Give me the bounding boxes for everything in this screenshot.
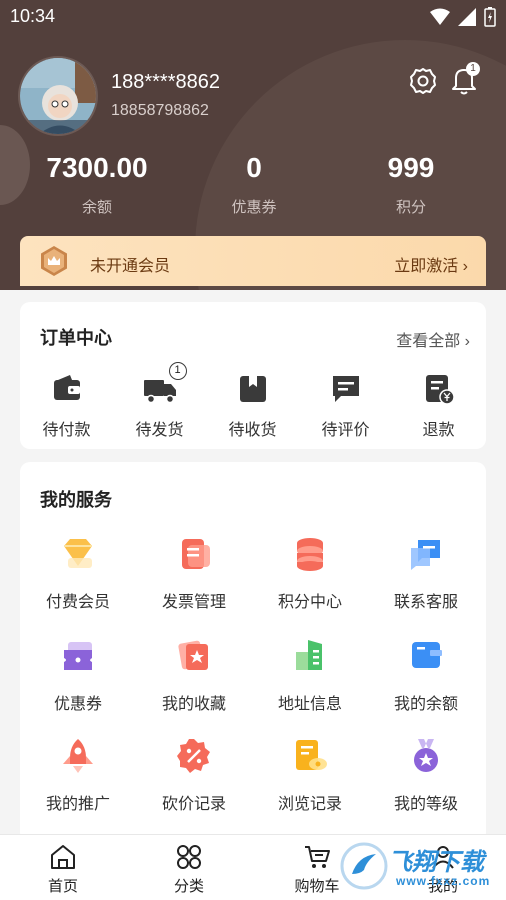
- address-icon: [290, 636, 330, 676]
- notification-badge: 1: [466, 62, 480, 76]
- service-bargain-records[interactable]: 砍价记录: [136, 736, 252, 814]
- service-invoice[interactable]: 发票管理: [136, 534, 252, 612]
- service-label: 浏览记录: [277, 796, 342, 813]
- vip-banner[interactable]: 未开通会员 立即激活 ›: [20, 236, 486, 286]
- truck-icon: 1: [143, 362, 187, 406]
- service-promotion[interactable]: 我的推广: [20, 736, 136, 814]
- watermark-text: 飞翔下载: [388, 849, 484, 876]
- history-icon: [290, 736, 330, 776]
- order-item-label: 待收货: [228, 422, 277, 439]
- stat-coupons[interactable]: 0 优惠券: [179, 152, 329, 217]
- order-center-title: 订单中心: [40, 328, 112, 348]
- service-label: 优惠券: [53, 696, 102, 713]
- cart-icon: [303, 843, 331, 871]
- coins-icon: [290, 534, 330, 574]
- order-pending-payment[interactable]: 待付款: [20, 372, 113, 440]
- package-icon: [236, 372, 270, 406]
- service-label: 我的余额: [393, 696, 458, 713]
- status-bar: 10:34: [0, 0, 506, 34]
- medal-icon: [406, 736, 446, 776]
- diamond-icon: [58, 534, 98, 574]
- stat-value: 0: [246, 152, 262, 183]
- service-paid-membership[interactable]: 付费会员: [20, 534, 136, 612]
- profile-section: 188****8862 18858798862 1: [18, 56, 488, 136]
- stat-value: 7300.00: [46, 152, 148, 183]
- order-pending-review[interactable]: 待评价: [299, 372, 392, 440]
- notification-button[interactable]: 1: [448, 62, 480, 96]
- comment-icon: [329, 372, 363, 406]
- order-item-label: 退款: [422, 422, 455, 439]
- service-my-balance[interactable]: 我的余额: [368, 636, 484, 714]
- service-label: 发票管理: [161, 594, 226, 611]
- service-label: 积分中心: [277, 594, 342, 611]
- stat-value: 999: [387, 152, 435, 183]
- view-all-orders-link[interactable]: 查看全部 ›: [396, 327, 470, 351]
- service-label: 地址信息: [277, 696, 342, 713]
- services-title: 我的服务: [40, 490, 112, 510]
- order-pending-receipt[interactable]: 待收货: [206, 372, 299, 440]
- stats-section: 7300.00 余额 0 优惠券 999 积分: [0, 152, 506, 227]
- discount-icon: [174, 736, 214, 776]
- order-refund[interactable]: 退款: [392, 372, 485, 440]
- activate-vip-link[interactable]: 立即激活 ›: [394, 252, 468, 276]
- service-customer-support[interactable]: 联系客服: [368, 534, 484, 612]
- watermark: 飞翔下载 www.fxxz.com: [336, 836, 502, 896]
- signal-icon: [458, 8, 476, 26]
- stat-label: 积分: [395, 199, 426, 216]
- watermark-url: www.fxxz.com: [396, 874, 491, 888]
- order-center-card: 订单中心 查看全部 › 待付款 1 待发货 待收货 待评价 退款: [20, 302, 486, 449]
- avatar[interactable]: [18, 56, 98, 136]
- chat-icon: [406, 534, 446, 574]
- service-my-level[interactable]: 我的等级: [368, 736, 484, 814]
- order-item-label: 待发货: [135, 422, 184, 439]
- stat-label: 余额: [81, 199, 112, 216]
- services-card: 我的服务 付费会员 发票管理 积分中心 联系客服 优惠券 我的收藏 地址信息 我…: [20, 462, 486, 842]
- home-icon: [49, 843, 77, 871]
- gear-icon: [410, 68, 436, 94]
- favorite-icon: [174, 636, 214, 676]
- tab-home[interactable]: 首页: [0, 843, 126, 896]
- balance-icon: [406, 636, 446, 676]
- stat-balance[interactable]: 7300.00 余额: [22, 152, 172, 217]
- service-label: 我的推广: [45, 796, 110, 813]
- service-label: 付费会员: [45, 594, 110, 611]
- settings-button[interactable]: [408, 66, 438, 96]
- service-browsing-history[interactable]: 浏览记录: [252, 736, 368, 814]
- grid-icon: [175, 843, 203, 871]
- battery-icon: [484, 7, 496, 27]
- service-address[interactable]: 地址信息: [252, 636, 368, 714]
- wifi-icon: [430, 8, 450, 25]
- tab-label: 首页: [47, 878, 78, 895]
- service-label: 我的等级: [393, 796, 458, 813]
- stat-points[interactable]: 999 积分: [336, 152, 486, 217]
- tab-category[interactable]: 分类: [126, 843, 252, 896]
- ticket-icon: [58, 636, 98, 676]
- service-points-center[interactable]: 积分中心: [252, 534, 368, 612]
- wallet-icon: [50, 372, 84, 406]
- crown-icon: [38, 245, 70, 277]
- service-label: 砍价记录: [161, 796, 226, 813]
- stat-label: 优惠券: [231, 199, 277, 216]
- order-item-label: 待付款: [42, 422, 91, 439]
- username: 188****8862: [111, 71, 220, 93]
- service-favorites[interactable]: 我的收藏: [136, 636, 252, 714]
- order-badge: 1: [168, 362, 187, 380]
- refund-icon: [422, 372, 456, 406]
- service-label: 联系客服: [393, 594, 458, 611]
- rocket-icon: [58, 736, 98, 776]
- order-item-label: 待评价: [321, 422, 370, 439]
- phone-number: 18858798862: [111, 102, 209, 119]
- service-label: 我的收藏: [161, 696, 226, 713]
- service-coupons[interactable]: 优惠券: [20, 636, 136, 714]
- tab-label: 分类: [173, 878, 204, 895]
- order-pending-shipment[interactable]: 1 待发货: [113, 362, 206, 440]
- status-time: 10:34: [10, 6, 56, 26]
- vip-status: 未开通会员: [90, 258, 171, 275]
- watermark-logo-icon: [340, 842, 388, 890]
- invoice-icon: [174, 534, 214, 574]
